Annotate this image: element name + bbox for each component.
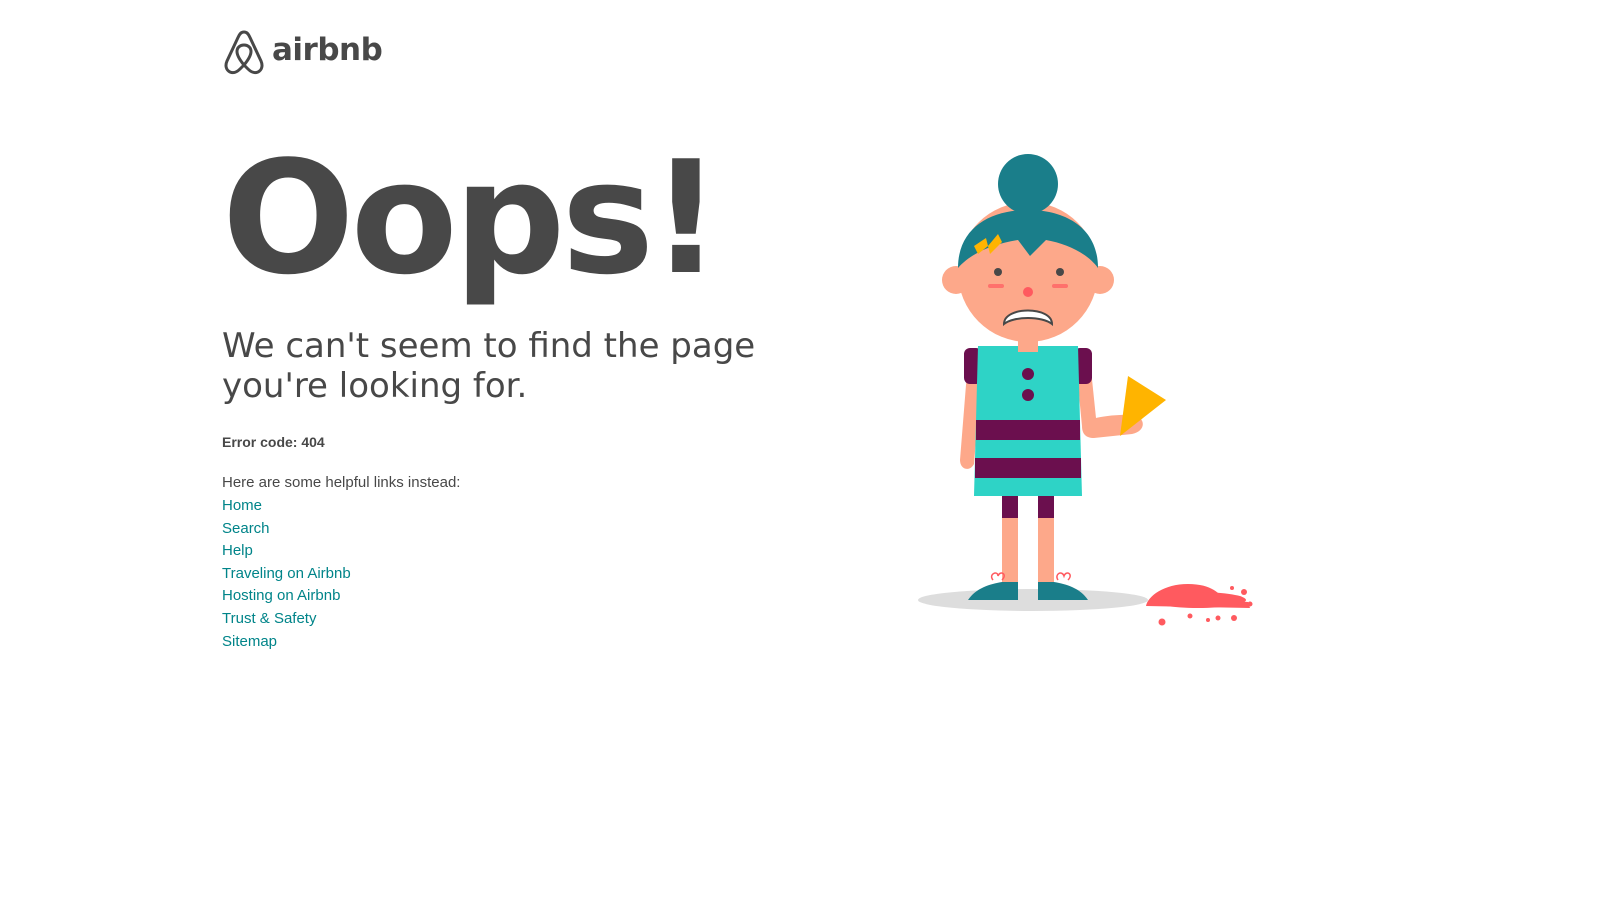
link-home[interactable]: Home [222, 497, 262, 514]
list-item: Trust & Safety [222, 608, 842, 631]
right-cheek [1052, 284, 1068, 288]
error-content: Oops! We can't seem to find the page you… [222, 128, 842, 653]
link-traveling-on-airbnb[interactable]: Traveling on Airbnb [222, 565, 351, 582]
airbnb-belo-icon [224, 30, 264, 75]
link-hosting-on-airbnb[interactable]: Hosting on Airbnb [222, 587, 340, 604]
helpful-links-list: Home Search Help Traveling on Airbnb Hos… [222, 495, 842, 653]
legs [1002, 496, 1054, 586]
link-sitemap[interactable]: Sitemap [222, 633, 277, 650]
airbnb-logo[interactable]: airbnb [222, 28, 383, 76]
error-page: airbnb Oops! We can't seem to find the p… [0, 0, 1603, 899]
helpful-links-intro: Here are some helpful links instead: [222, 474, 461, 491]
left-cheek [988, 284, 1004, 288]
ice-cream-cone [1120, 376, 1166, 436]
dress [974, 346, 1082, 496]
list-item: Traveling on Airbnb [222, 563, 842, 586]
link-search[interactable]: Search [222, 520, 270, 537]
ground-shadow [918, 589, 1148, 611]
list-item: Hosting on Airbnb [222, 585, 842, 608]
error-code: Error code: 404 [222, 434, 325, 450]
list-item: Home [222, 495, 842, 518]
left-eye [994, 268, 1002, 276]
airbnb-wordmark: airbnb [272, 32, 383, 68]
right-eye [1056, 268, 1064, 276]
sad-girl-dropped-ice-cream-illustration [918, 154, 1253, 626]
nose [1023, 287, 1033, 297]
list-item: Sitemap [222, 631, 842, 654]
link-help[interactable]: Help [222, 542, 253, 559]
link-trust-and-safety[interactable]: Trust & Safety [222, 610, 316, 627]
list-item: Help [222, 540, 842, 563]
page-title: Oops! [222, 127, 721, 309]
error-message: We can't seem to find the page you're lo… [222, 326, 756, 406]
list-item: Search [222, 518, 842, 541]
ice-cream-splat [1146, 584, 1253, 626]
